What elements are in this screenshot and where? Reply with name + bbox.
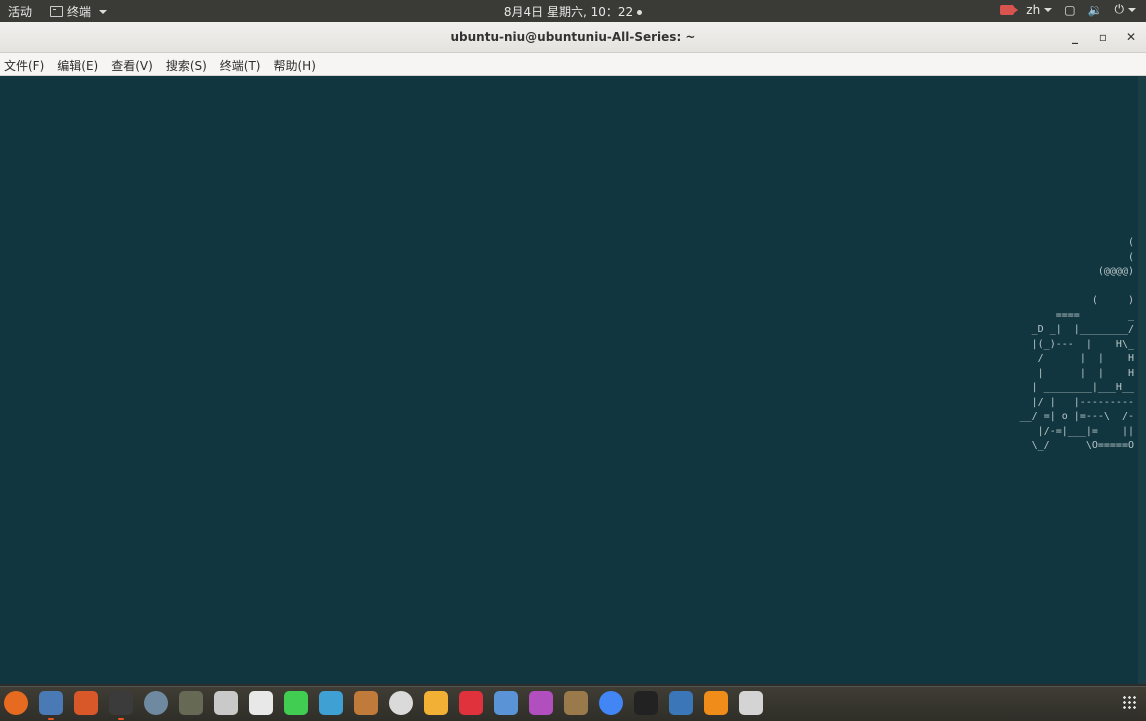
menu-view[interactable]: 查看(V) — [111, 57, 153, 74]
qt-creator-icon[interactable] — [284, 691, 308, 715]
chrome-icon[interactable] — [599, 691, 623, 715]
input-method-indicator[interactable]: zh — [1026, 3, 1053, 17]
image-viewer-icon[interactable] — [529, 691, 553, 715]
text-editor-icon[interactable] — [249, 691, 273, 715]
terminal-icon[interactable] — [109, 691, 133, 720]
menu-search[interactable]: 搜索(S) — [166, 57, 207, 74]
window-title: ubuntu-niu@ubuntuniu-All-Series: ~ — [450, 30, 696, 44]
show-applications-icon[interactable] — [1122, 695, 1138, 711]
headphones-icon[interactable] — [424, 691, 448, 715]
menu-help[interactable]: 帮助(H) — [274, 57, 316, 74]
notification-dot-icon — [637, 10, 643, 15]
menu-bar: 文件(F) 编辑(E) 查看(V) 搜索(S) 终端(T) 帮助(H) — [0, 53, 1146, 76]
xmind-icon[interactable] — [319, 691, 343, 715]
cone-icon[interactable] — [354, 691, 378, 715]
window-titlebar[interactable]: ubuntu-niu@ubuntuniu-All-Series: ~ _ ▫ ✕ — [0, 22, 1146, 53]
firefox-icon[interactable] — [4, 691, 28, 715]
cubes-icon[interactable] — [214, 691, 238, 715]
compass-icon[interactable] — [144, 691, 168, 715]
ninja-icon[interactable] — [634, 691, 658, 715]
screenshot-icon[interactable] — [739, 691, 763, 715]
vlc-icon[interactable] — [704, 691, 728, 715]
menu-terminal[interactable]: 终端(T) — [220, 57, 261, 74]
sphere-icon[interactable] — [389, 691, 413, 715]
turtle-icon[interactable] — [179, 691, 203, 715]
close-button[interactable]: ✕ — [1122, 28, 1140, 46]
power-icon[interactable]: ⏻ — [1115, 2, 1136, 17]
menu-file[interactable]: 文件(F) — [4, 57, 44, 74]
terminal-scrollbar[interactable] — [1138, 76, 1146, 684]
chevron-down-icon — [1128, 7, 1136, 12]
dock — [0, 686, 1146, 721]
screen-record-icon[interactable] — [1000, 4, 1019, 15]
package-icon[interactable] — [564, 691, 588, 715]
top-bar: 活动 终端 8月4日 星期六, 10：22 zh ▢ 🔉 ⏻ — [0, 0, 1146, 22]
files-icon[interactable] — [39, 691, 63, 720]
terminal-area[interactable]: ( ( (@@@@) ( ) ==== _ _D _| |________/ |… — [0, 76, 1138, 684]
chevron-down-icon — [1044, 8, 1053, 12]
music-icon[interactable] — [459, 691, 483, 715]
volume-icon[interactable]: 🔉 — [1088, 3, 1103, 17]
software-center-icon[interactable] — [74, 691, 98, 715]
minimize-button[interactable]: _ — [1066, 28, 1084, 46]
virtualbox-icon[interactable] — [669, 691, 693, 715]
menu-edit[interactable]: 编辑(E) — [57, 57, 98, 74]
steam-locomotive-ascii-art: ( ( (@@@@) ( ) ==== _ _D _| |________/ |… — [1019, 237, 1134, 451]
clock[interactable]: 8月4日 星期六, 10：22 — [504, 5, 633, 19]
maximize-button[interactable]: ▫ — [1094, 28, 1112, 46]
satellite-icon[interactable] — [494, 691, 518, 715]
window-icon[interactable]: ▢ — [1064, 3, 1075, 17]
